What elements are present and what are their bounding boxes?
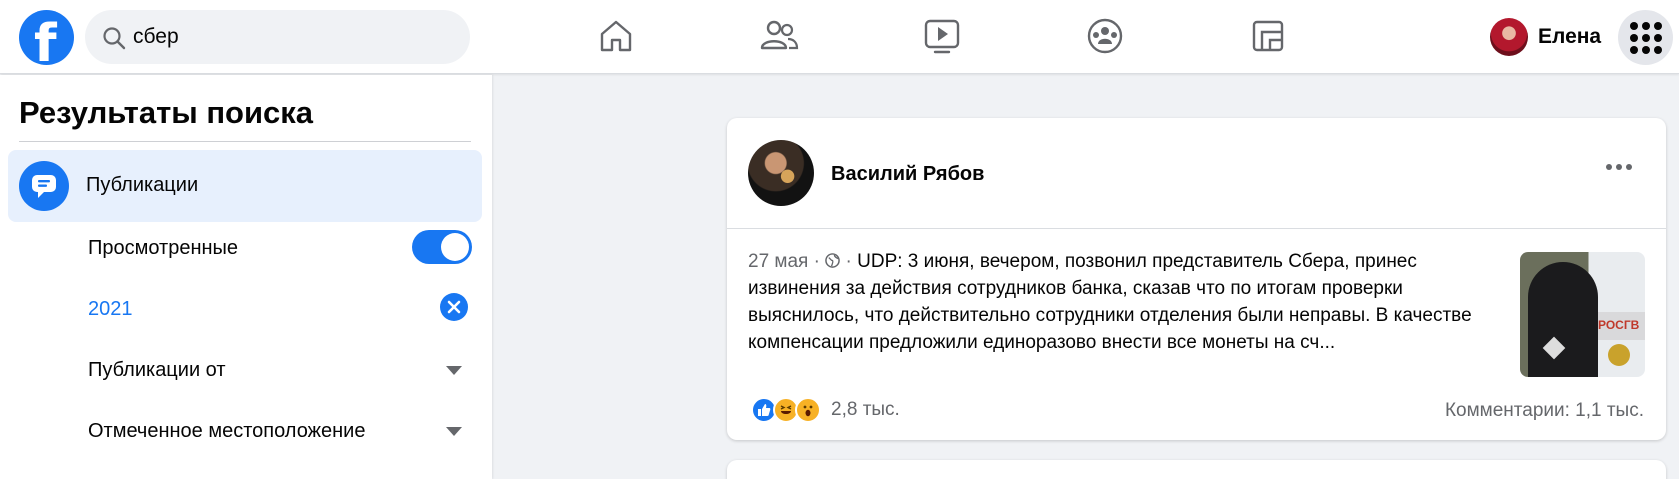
filter-viewed[interactable]: Просмотренные [88, 228, 472, 268]
sidebar-title: Результаты поиска [19, 95, 314, 130]
filter-year-label: 2021 [88, 298, 133, 320]
person-figure [1528, 262, 1598, 377]
author-avatar[interactable] [748, 140, 814, 206]
wow-reaction-icon [795, 397, 821, 423]
user-name: Елена [1538, 25, 1602, 48]
menu-grid-button[interactable] [1618, 10, 1673, 65]
sidebar-item-posts[interactable]: Публикации [8, 150, 482, 222]
menu-dot [1641, 21, 1650, 30]
search-input[interactable] [133, 10, 453, 64]
more-options-button[interactable] [1606, 164, 1632, 170]
menu-dot [1641, 33, 1650, 42]
menu-dot [1653, 21, 1662, 30]
caret-down-icon [446, 427, 462, 436]
meta-separator: · [813, 251, 820, 272]
menu-dot [1653, 33, 1662, 42]
comments-count[interactable]: Комментарии: 1,1 тыс. [1445, 400, 1644, 422]
menu-dot [1629, 33, 1638, 42]
menu-dot [1653, 45, 1662, 54]
search-bar[interactable] [85, 10, 470, 64]
next-post-card [727, 460, 1666, 479]
filter-posts-from-label: Публикации от [88, 359, 226, 381]
friends-icon[interactable] [757, 14, 801, 58]
top-navigation-bar: f Елена [0, 0, 1679, 74]
menu-dot [1629, 21, 1638, 30]
profile-button[interactable]: Елена [1490, 17, 1601, 57]
chat-bubble-icon [19, 161, 69, 211]
sidebar-divider [19, 141, 471, 142]
menu-dot [1629, 45, 1638, 54]
viewed-toggle[interactable] [412, 230, 472, 264]
menu-dot [1641, 45, 1650, 54]
post-card: Василий Рябов 27 мая · · UDP: 3 июня, ве… [727, 118, 1666, 440]
search-filters-sidebar: Результаты поиска Публикации Просмотренн… [0, 75, 492, 479]
meta-separator: · [845, 251, 852, 272]
gaming-icon[interactable] [1246, 14, 1290, 58]
sidebar-item-label: Публикации [86, 174, 199, 196]
user-avatar [1490, 18, 1528, 56]
post-date[interactable]: 27 мая [748, 251, 808, 272]
post-thumbnail[interactable]: РОСГВ [1520, 252, 1645, 377]
facebook-logo[interactable]: f [19, 10, 74, 65]
author-name[interactable]: Василий Рябов [831, 163, 984, 186]
logo-letter: f [34, 14, 57, 65]
filter-posts-from[interactable]: Публикации от [88, 350, 472, 390]
watch-icon[interactable] [920, 14, 964, 58]
reactions-summary[interactable]: 2,8 тыс. [751, 395, 900, 425]
emblem-icon [1608, 344, 1630, 366]
dot [1626, 164, 1632, 170]
close-icon [447, 300, 461, 314]
filter-year[interactable]: 2021 [88, 289, 472, 329]
home-icon[interactable] [594, 14, 638, 58]
post-text: UDP: 3 июня, вечером, позвонил представи… [748, 251, 1472, 353]
groups-icon[interactable] [1083, 14, 1127, 58]
dot [1616, 164, 1622, 170]
filter-tagged-location-label: Отмеченное местоположение [88, 420, 366, 442]
card-divider [727, 228, 1666, 229]
reaction-count: 2,8 тыс. [831, 399, 900, 420]
toggle-knob [441, 233, 469, 261]
clear-year-button[interactable] [440, 293, 468, 321]
filter-viewed-label: Просмотренные [88, 237, 239, 259]
caret-down-icon [446, 366, 462, 375]
globe-icon [825, 253, 841, 268]
dot [1606, 164, 1612, 170]
filter-tagged-location[interactable]: Отмеченное местоположение [88, 411, 472, 451]
search-icon [103, 27, 126, 50]
post-body[interactable]: 27 мая · · UDP: 3 июня, вечером, позвони… [748, 248, 1483, 356]
vehicle-lettering: РОСГВ [1598, 318, 1640, 332]
